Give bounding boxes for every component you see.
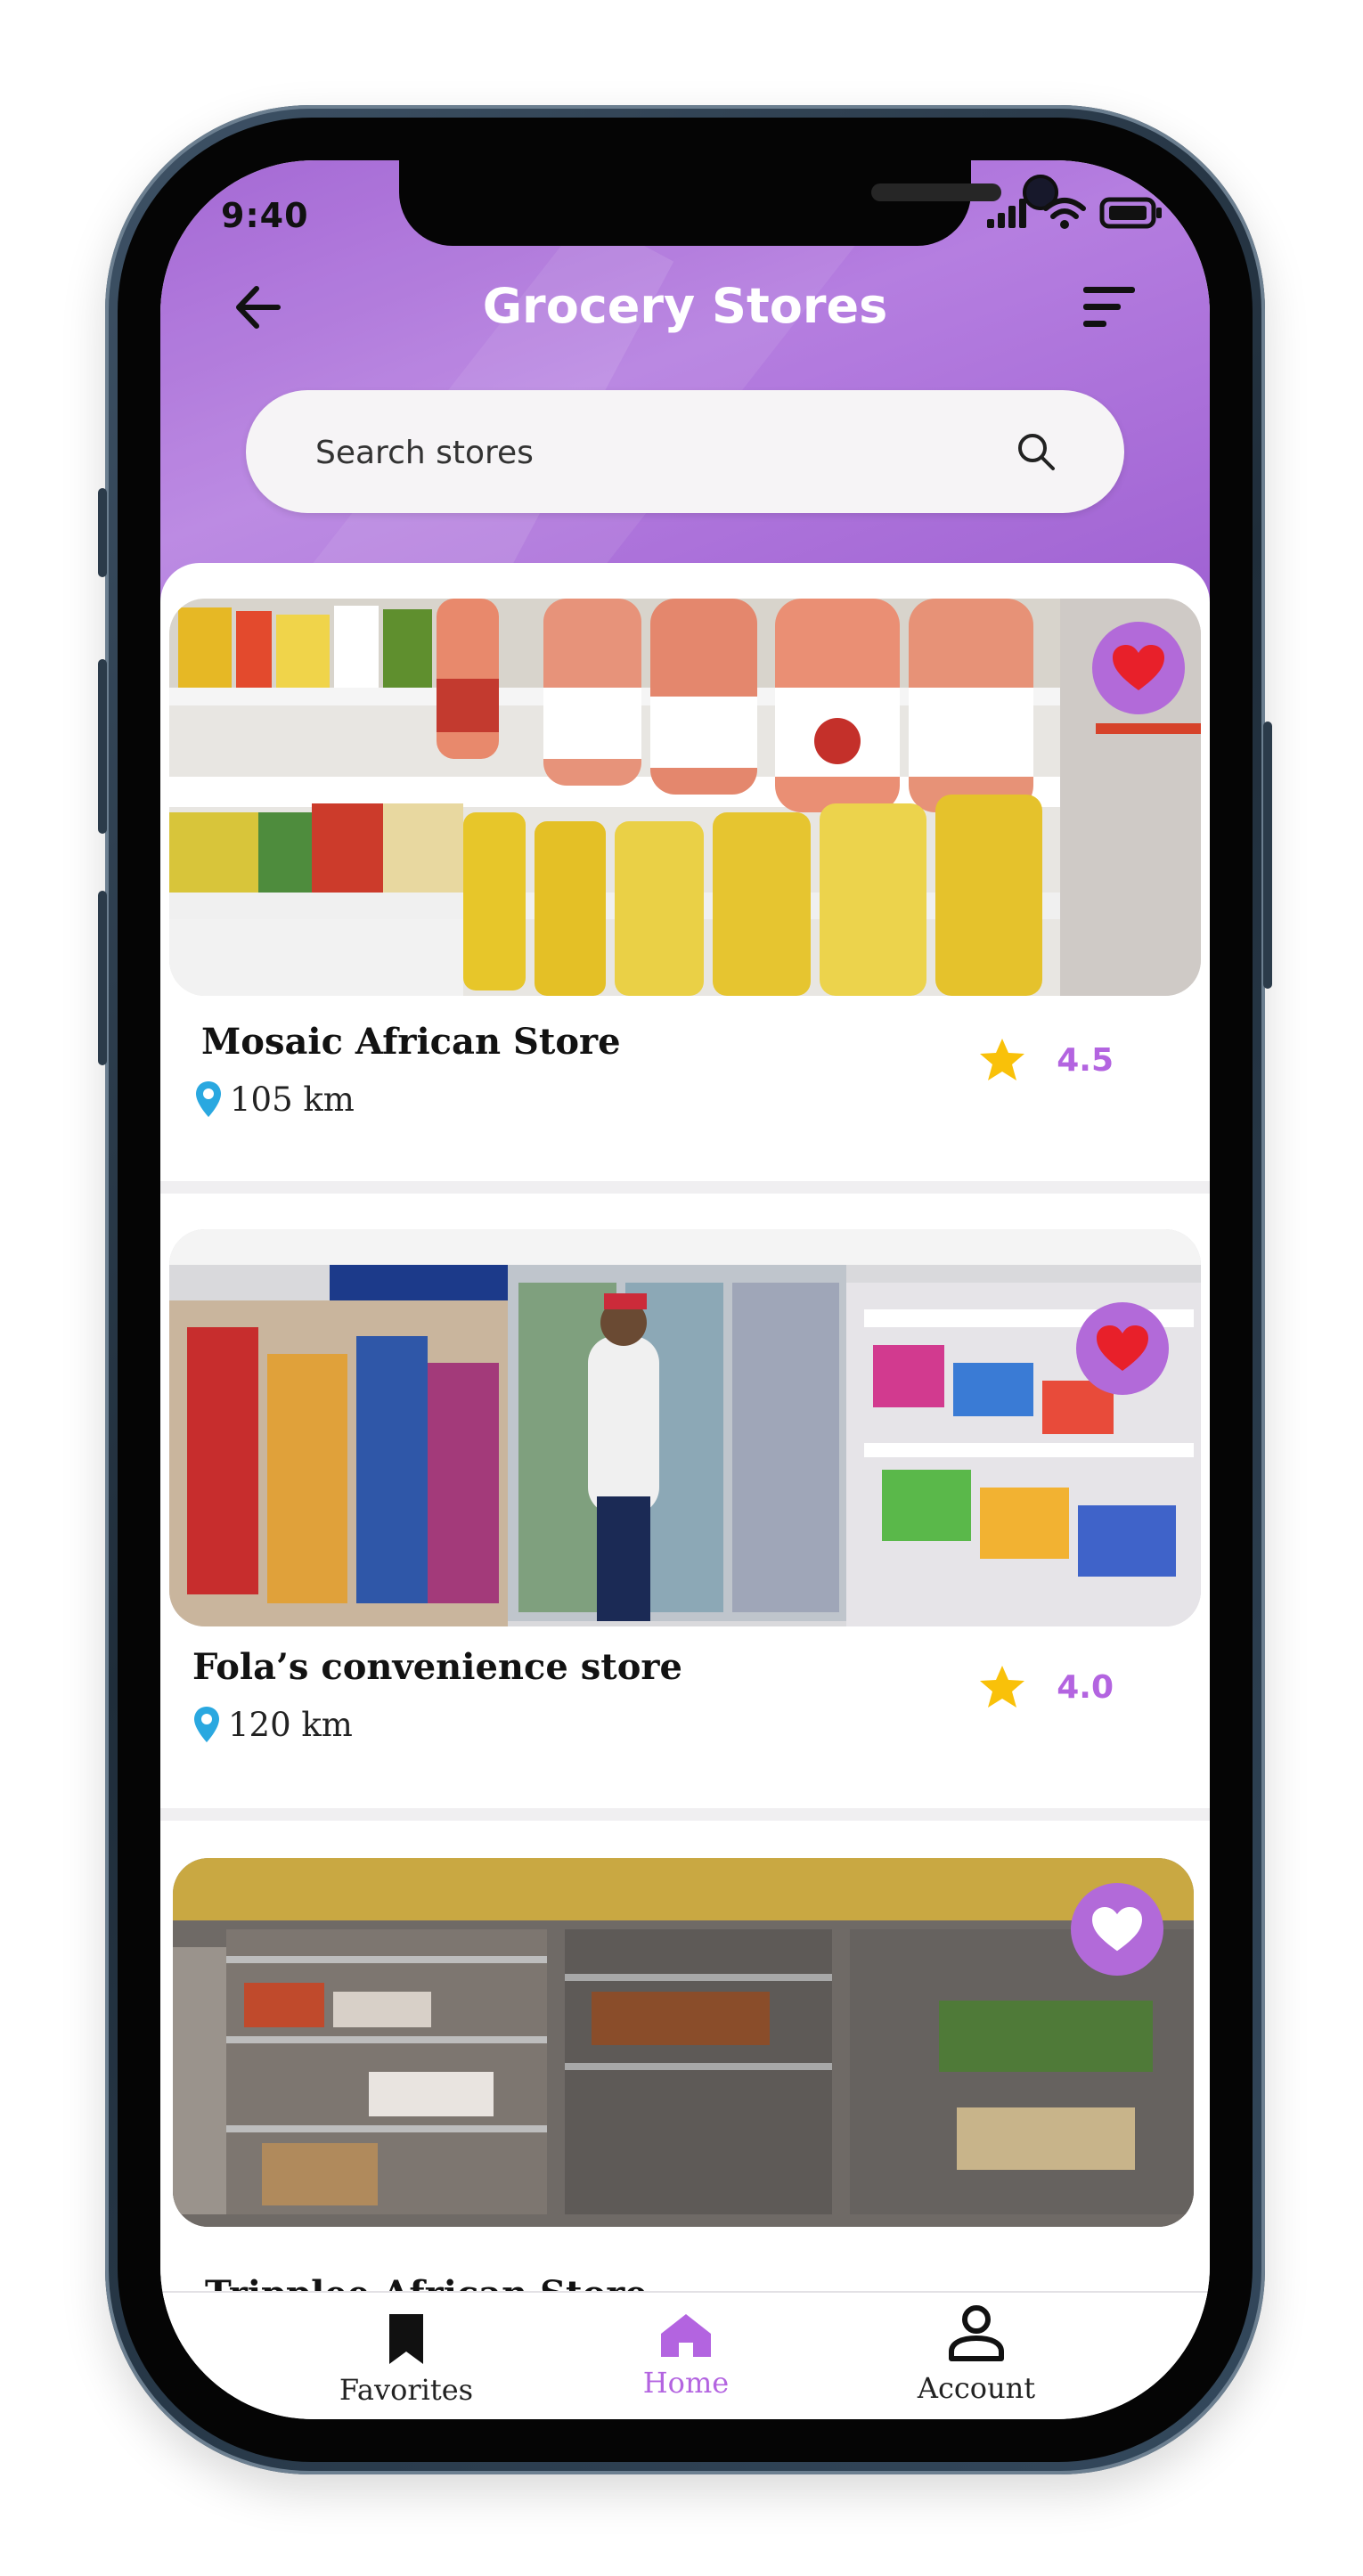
status-icons — [985, 196, 1163, 230]
sort-filter-button[interactable] — [1080, 280, 1140, 333]
volume-up-button — [98, 659, 107, 834]
search-input[interactable] — [314, 390, 994, 515]
sort-lines-icon — [1083, 287, 1135, 327]
location-pin-icon — [196, 1081, 221, 1117]
person-icon — [949, 2305, 1004, 2361]
rating-value: 4.0 — [1057, 1668, 1114, 1706]
star-icon — [980, 1666, 1025, 1708]
nav-label: Account — [917, 2371, 1036, 2405]
store-photo-convenience — [169, 1229, 1201, 1626]
wifi-icon — [1043, 198, 1086, 229]
store-distance: 105 km — [230, 1080, 355, 1119]
search-icon[interactable] — [1016, 431, 1057, 472]
search-bar — [246, 390, 1124, 515]
store-image — [173, 1858, 1194, 2227]
store-image — [169, 1229, 1201, 1626]
rating-value: 4.5 — [1057, 1041, 1114, 1079]
distance-row: 105 km — [194, 1080, 355, 1119]
volume-down-button — [98, 891, 107, 1065]
store-name: Fola’s convenience store — [192, 1646, 682, 1688]
nav-label: Home — [642, 2366, 730, 2400]
store-list: Mosaic African Store 105 km 4.5 Fola’s c… — [160, 563, 1210, 2300]
store-photo-shelves — [169, 599, 1201, 996]
status-time: 9:40 — [221, 196, 309, 235]
battery-icon — [1099, 197, 1162, 229]
store-photo-warehouse — [173, 1858, 1194, 2227]
store-card[interactable]: Mosaic African Store 105 km 4.5 — [160, 563, 1210, 1186]
card-divider — [160, 1181, 1210, 1194]
bookmark-icon — [389, 2314, 423, 2364]
bottom-navigation: Favorites Home Account — [160, 2291, 1210, 2419]
silent-switch — [98, 488, 107, 577]
app-header: 9:40 Grocery Stores Search stores — [160, 160, 1210, 624]
nav-item-favorites[interactable]: Favorites — [308, 2312, 504, 2407]
store-card[interactable]: Tripplee African Store — [160, 1821, 1210, 2300]
page-title: Grocery Stores — [482, 278, 888, 334]
camera-notch — [399, 160, 1058, 246]
heart-outline-icon — [1091, 1906, 1143, 1952]
nav-item-home[interactable]: Home — [588, 2312, 784, 2400]
store-card[interactable]: Fola’s convenience store 120 km 4.0 — [160, 1194, 1210, 1808]
favorite-button[interactable] — [1071, 1883, 1163, 1976]
location-pin-icon — [194, 1707, 219, 1742]
store-name: Mosaic African Store — [201, 1021, 621, 1063]
distance-row: 120 km — [192, 1705, 353, 1744]
star-icon — [980, 1039, 1025, 1080]
heart-filled-icon — [1113, 645, 1164, 690]
favorite-button[interactable] — [1092, 622, 1185, 714]
card-divider — [160, 1808, 1210, 1821]
store-distance: 120 km — [228, 1705, 353, 1744]
earpiece-speaker — [871, 183, 1001, 201]
store-image — [169, 599, 1201, 996]
home-icon — [661, 2314, 711, 2357]
heart-filled-icon — [1097, 1325, 1148, 1371]
power-button — [1263, 721, 1272, 989]
cellular-signal-icon — [987, 199, 1026, 228]
phone-screen: 9:40 Grocery Stores Search stores Mosaic… — [160, 160, 1210, 2419]
favorite-button[interactable] — [1076, 1302, 1169, 1395]
store-rating: 4.0 — [978, 1664, 1114, 1710]
store-rating: 4.5 — [978, 1037, 1114, 1083]
nav-label: Favorites — [339, 2373, 474, 2407]
nav-item-account[interactable]: Account — [878, 2302, 1074, 2405]
